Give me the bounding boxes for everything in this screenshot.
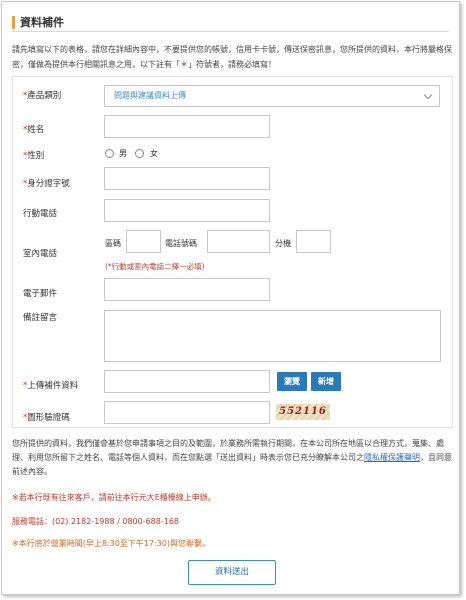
gender-male-radio[interactable]: [105, 149, 114, 158]
upload-label: *上傳補件資料: [23, 381, 79, 391]
phone-number-input[interactable]: [207, 230, 270, 253]
page-header: 資料補件: [12, 16, 449, 32]
area-code-input[interactable]: [126, 230, 161, 253]
add-button[interactable]: 新增: [311, 372, 341, 391]
area-code-label: 區碼: [105, 239, 121, 248]
submit-button[interactable]: 資料送出: [188, 560, 276, 585]
email-input[interactable]: [104, 278, 270, 301]
gender-female-radio[interactable]: [135, 149, 144, 158]
id-number-label: *身分證字號: [23, 179, 70, 189]
name-label: *姓名: [23, 125, 45, 135]
existing-customer-note: ※若本行既有往來客戶，請前往本行元大E櫃檯線上申辦。: [12, 493, 216, 502]
id-number-input[interactable]: [104, 167, 270, 190]
product-type-label: *產品類別: [23, 91, 62, 101]
captcha-input[interactable]: [104, 401, 270, 424]
privacy-notice: 您所提供的資料，我們僅會基於您申請事項之目的及範圍，於業務所需執行期間，在本公司…: [12, 439, 452, 476]
extension-label: 分機: [275, 239, 291, 248]
captcha-image: 552116: [276, 404, 330, 420]
remarks-label: 備註留言: [23, 313, 58, 323]
phone-required-note: (*行動或室內電話二擇一必填): [105, 262, 205, 271]
privacy-policy-link[interactable]: 隱私權保護聲明: [364, 453, 420, 462]
gender-male-label: 男: [119, 149, 127, 158]
page-title: 資料補件: [20, 16, 64, 29]
browse-button[interactable]: 瀏覽: [277, 372, 307, 391]
phone-number-label: 電話號碼: [165, 239, 197, 248]
gender-label: *性別: [23, 151, 45, 161]
form-container: *產品類別 問題與建議資料上傳 *姓名 *性別 男 女 *身分證字號 行動電話 …: [12, 76, 453, 428]
captcha-label: *圖形驗證碼: [23, 413, 70, 423]
mobile-label: 行動電話: [23, 209, 58, 219]
name-input[interactable]: [104, 115, 270, 138]
chevron-down-icon: [423, 90, 433, 100]
product-type-select[interactable]: 問題與建議資料上傳: [104, 85, 440, 107]
page-frame: 資料補件 請先填寫以下的表格，請您在詳細內容中，不要提供您的帳號，信用卡卡號，傳…: [1, 1, 460, 595]
mobile-input[interactable]: [104, 199, 270, 222]
business-hours-note: ※本行將於營業時間(早上8:30至下午17:30)與您聯繫。: [12, 539, 210, 548]
gender-female-label: 女: [150, 149, 158, 158]
product-type-value: 問題與建議資料上傳: [114, 91, 186, 100]
landline-label: 室內電話: [23, 249, 58, 259]
extension-input[interactable]: [296, 230, 331, 253]
upload-file-input[interactable]: [104, 370, 270, 393]
title-accent-bar: [12, 16, 15, 29]
email-label: 電子郵件: [23, 289, 58, 299]
intro-text: 請先填寫以下的表格，請您在詳細內容中，不要提供您的帳號，信用卡卡號，傳送保密訊息…: [12, 45, 452, 69]
service-phone: 服務電話：(02) 2182-1988 / 0800-688-168: [12, 517, 180, 526]
remarks-textarea[interactable]: [104, 310, 441, 362]
